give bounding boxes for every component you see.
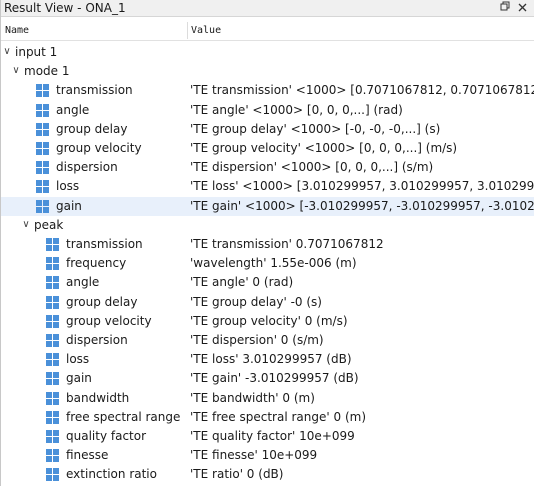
result-value: 'TE ratio' 0 (dB) [190,467,284,482]
result-row-bandwidth[interactable]: bandwidth 'TE bandwidth' 0 (m) [1,389,534,408]
result-row-dispersion[interactable]: dispersion 'TE dispersion' 0 (s/m) [1,331,534,350]
result-value: 'TE dispersion' <1000> [0, 0, 0,...] (s/… [190,160,434,175]
result-row-gain[interactable]: gain 'TE gain' <1000> [-3.010299957, -3.0… [1,196,534,216]
result-grid-icon [35,141,50,156]
result-name: frequency [66,256,127,271]
result-name: finesse [66,448,109,463]
chevron-down-icon[interactable]: ∨ [2,45,12,59]
result-name: loss [56,179,80,194]
result-grid-icon [45,314,60,329]
result-row-angle[interactable]: angle 'TE angle' 0 (rad) [1,273,534,292]
result-value: 'TE angle' <1000> [0, 0, 0,...] (rad) [190,102,403,117]
result-row-finesse[interactable]: finesse 'TE finesse' 10e+099 [1,446,534,465]
result-row-gain[interactable]: gain 'TE gain' -3.010299957 (dB) [1,369,534,388]
result-grid-icon [45,410,60,425]
result-grid-icon [35,199,50,214]
result-grid-icon [45,391,60,406]
result-grid-icon [45,333,60,348]
result-name: angle [66,275,100,290]
result-value: 'TE transmission' 0.7071067812 [190,237,384,251]
result-name: dispersion [66,333,128,347]
result-name: gain [66,371,92,386]
tree-node-input[interactable]: ∨ input 1 [1,43,534,62]
result-name: gain [56,198,82,213]
result-name: group delay [66,294,138,309]
result-value: 'TE gain' <1000> [-3.010299957, -3.01029… [190,198,534,213]
result-row-loss[interactable]: loss 'TE loss' 3.010299957 (dB) [1,350,534,369]
restore-icon[interactable] [495,0,513,16]
result-name: bandwidth [66,390,130,405]
result-row-group-delay[interactable]: group delay 'TE group delay' <1000> [-0, … [1,120,534,139]
result-value: 'TE dispersion' 0 (s/m) [190,333,324,347]
result-row-extinction-ratio[interactable]: extinction ratio 'TE ratio' 0 (dB) [1,465,534,484]
result-name: transmission [56,83,133,98]
result-value: 'TE free spectral range' 0 (m) [190,409,366,424]
close-icon[interactable] [514,0,532,16]
window-title: Result View - ONA_1 [4,1,126,15]
result-row-group-delay[interactable]: group delay 'TE group delay' -0 (s) [1,293,534,312]
result-value: 'TE quality factor' 10e+099 [190,429,355,443]
result-grid-icon [35,103,50,118]
column-divider[interactable] [187,22,188,39]
name-column-header[interactable]: Name [5,20,29,41]
chevron-down-icon[interactable]: ∨ [11,64,21,78]
result-grid-icon [35,83,50,98]
title-bar: Result View - ONA_1 [1,0,534,17]
group-label: mode 1 [24,64,70,79]
result-name: angle [56,102,90,117]
result-grid-icon [45,256,60,271]
result-value: 'TE transmission' <1000> [0.7071067812, … [190,83,534,98]
group-label: input 1 [15,45,58,59]
result-value: 'TE group velocity' <1000> [0, 0, 0,...]… [190,141,458,155]
tree-node-mode[interactable]: ∨ mode 1 [1,62,534,81]
result-value: 'TE gain' -3.010299957 (dB) [190,371,359,386]
result-name: group velocity [56,141,142,155]
result-grid-icon [45,467,60,482]
result-value: 'TE group delay' -0 (s) [190,294,322,309]
result-row-dispersion[interactable]: dispersion 'TE dispersion' <1000> [0, 0, … [1,158,534,177]
result-name: transmission [66,237,143,251]
column-header: Name Value [1,20,534,41]
result-row-transmission[interactable]: transmission 'TE transmission' <1000> [0.… [1,81,534,100]
result-value: 'TE finesse' 10e+099 [190,448,318,463]
result-grid-icon [45,429,60,444]
result-grid-icon [45,237,60,252]
result-value: 'TE loss' <1000> [3.010299957, 3.0102999… [190,179,534,194]
group-label: peak [34,217,64,232]
result-name: group delay [56,121,128,136]
result-tree: ∨ input 1 ∨ mode 1 transmission 'TE transmiss… [1,43,534,486]
result-grid-icon [35,160,50,175]
result-value: 'TE bandwidth' 0 (m) [190,390,315,405]
result-value: 'TE group delay' <1000> [-0, -0, -0,...]… [190,121,441,136]
result-row-transmission[interactable]: transmission 'TE transmission' 0.70710678… [1,235,534,254]
value-column-header[interactable]: Value [191,20,221,41]
result-value: 'wavelength' 1.55e-006 (m) [190,256,357,271]
result-row-loss[interactable]: loss 'TE loss' <1000> [3.010299957, 3.010… [1,177,534,196]
result-grid-icon [45,275,60,290]
result-row-free-spectral-range[interactable]: free spectral range 'TE free spectral ran… [1,408,534,427]
result-value: 'TE angle' 0 (rad) [190,275,294,290]
result-row-angle[interactable]: angle 'TE angle' <1000> [0, 0, 0,...] (ra… [1,101,534,120]
tree-node-peak[interactable]: ∨ peak [1,216,534,235]
result-value: 'TE loss' 3.010299957 (dB) [190,352,352,367]
result-grid-icon [35,122,50,137]
chevron-down-icon[interactable]: ∨ [21,218,31,232]
result-name: quality factor [66,429,147,443]
result-name: group velocity [66,313,152,328]
result-name: dispersion [56,160,118,175]
result-grid-icon [35,179,50,194]
result-row-frequency[interactable]: frequency 'wavelength' 1.55e-006 (m) [1,254,534,273]
result-grid-icon [45,295,60,310]
result-name: extinction ratio [66,467,157,482]
result-grid-icon [45,371,60,386]
result-grid-icon [45,352,60,367]
result-row-quality-factor[interactable]: quality factor 'TE quality factor' 10e+09… [1,427,534,446]
result-value: 'TE group velocity' 0 (m/s) [190,313,348,328]
result-grid-icon [45,448,60,463]
result-row-group-velocity[interactable]: group velocity 'TE group velocity' <1000>… [1,139,534,158]
result-name: free spectral range [66,409,181,424]
result-view-window: Result View - ONA_1 Name Value ∨ input 1 ∨… [0,0,534,486]
result-name: loss [66,352,90,367]
result-row-group-velocity[interactable]: group velocity 'TE group velocity' 0 (m/s… [1,312,534,331]
